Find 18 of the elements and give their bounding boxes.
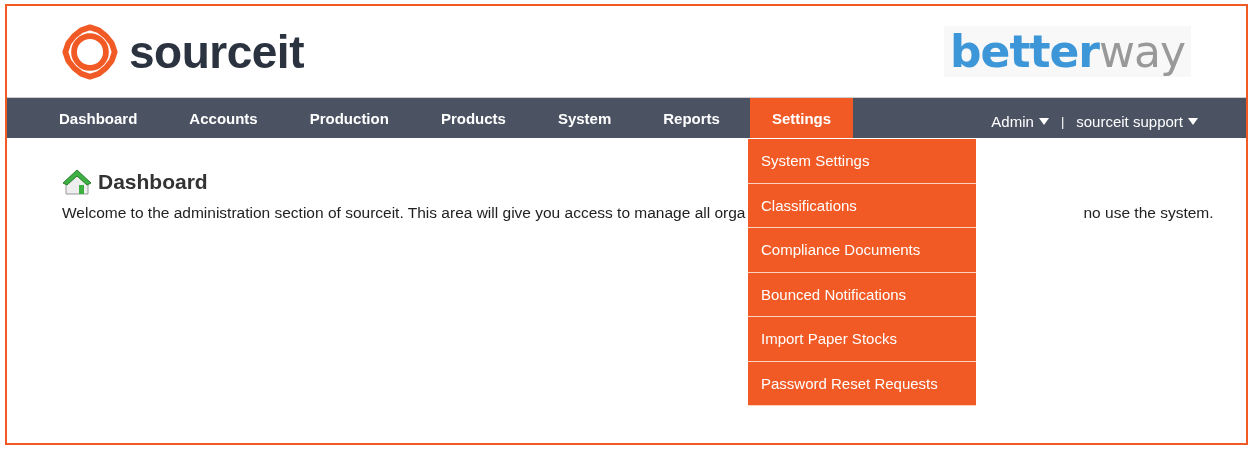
home-icon: [62, 168, 92, 196]
nav-tab[interactable]: Production: [287, 98, 411, 138]
nav-tab[interactable]: Products: [418, 98, 528, 138]
caret-icon: [1038, 117, 1049, 125]
admin-menu[interactable]: Admin: [991, 112, 1049, 130]
nav-tab[interactable]: Accounts: [167, 98, 280, 138]
logo-text: sourceit: [129, 24, 304, 79]
partner-logo-text: betterway: [944, 26, 1191, 77]
nav-tab[interactable]: Dashboard: [37, 98, 160, 138]
sourceit-logo-icon: [61, 22, 119, 81]
caret-icon: [1188, 117, 1198, 125]
nav-tab[interactable]: System: [535, 98, 634, 138]
nav-tab[interactable]: Reports: [641, 98, 742, 138]
page-title: Dashboard: [98, 170, 208, 194]
support-menu[interactable]: sourceit support: [1076, 112, 1198, 130]
welcome-text: Welcome to the administration section of sourceit. This area will give you access to manage all orga: [62, 204, 746, 222]
welcome-text: no use the system.: [1083, 204, 1214, 222]
menu-separator: |: [1060, 113, 1065, 129]
